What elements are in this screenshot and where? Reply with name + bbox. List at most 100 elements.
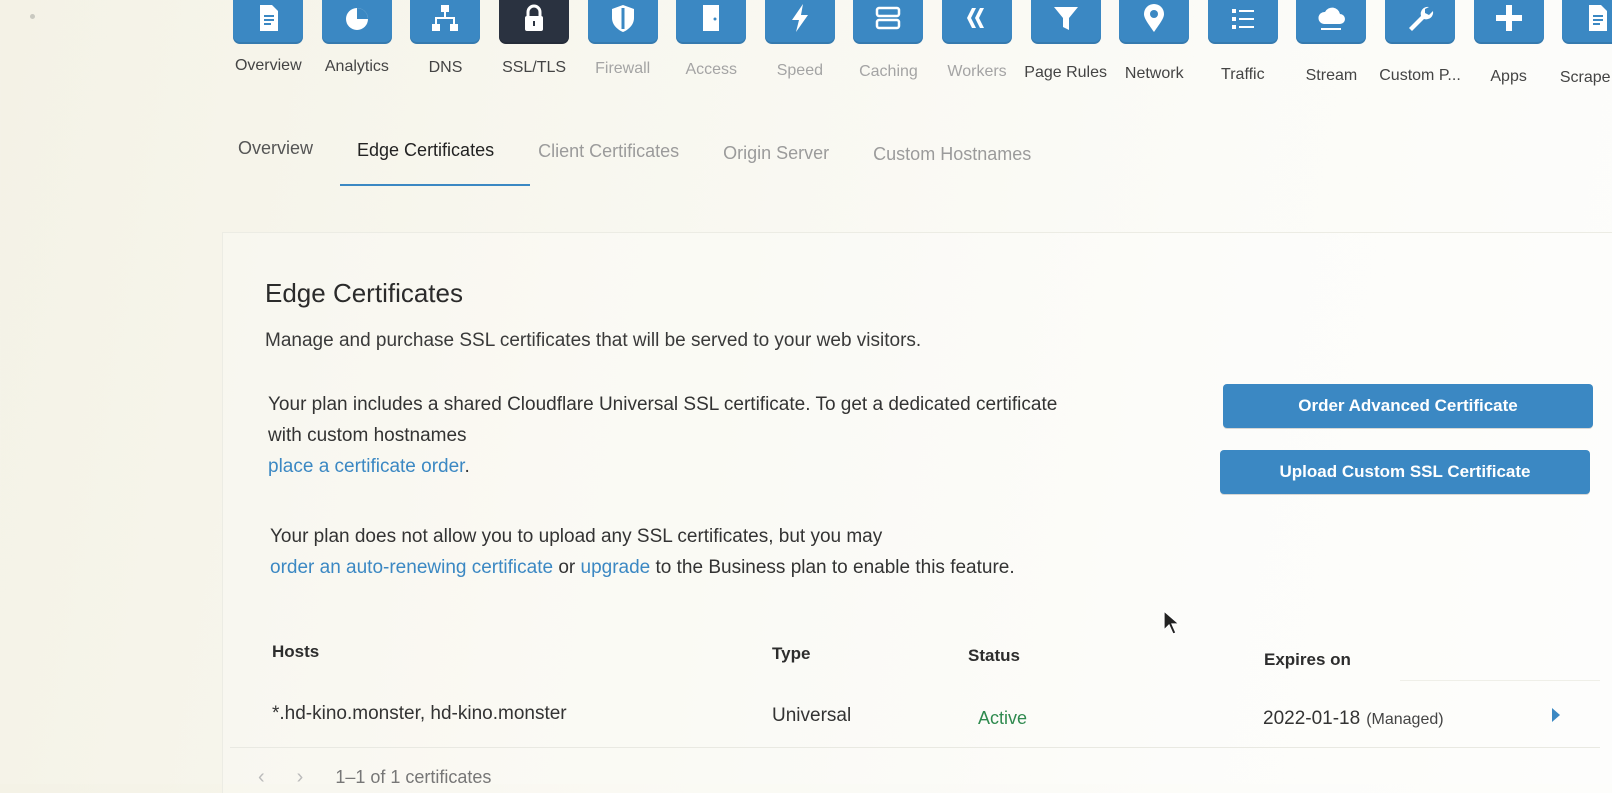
row-hosts: *.hd-kino.monster, hd-kino.monster	[272, 703, 567, 724]
column-header-status: Status	[968, 646, 1020, 665]
prev-page-button[interactable]: ‹	[258, 766, 265, 789]
app-tile	[942, 0, 1013, 44]
app-network[interactable]: Network	[1110, 0, 1199, 87]
plus-icon	[1495, 5, 1522, 31]
location-pin-icon	[1144, 4, 1165, 32]
app-tile	[1119, 0, 1190, 44]
app-label: Page Rules	[1024, 64, 1107, 82]
app-tile	[1207, 0, 1278, 44]
app-label: Firewall	[595, 60, 651, 78]
screen-speck	[30, 14, 35, 19]
app-label: Traffic	[1221, 65, 1265, 83]
app-apps[interactable]: Apps	[1464, 0, 1553, 87]
app-label: Stream	[1305, 66, 1358, 84]
column-header-hosts: Hosts	[272, 642, 320, 661]
column-header-type: Type	[772, 644, 811, 663]
tab-overview[interactable]: Overview	[238, 132, 313, 159]
app-tile	[1030, 0, 1101, 44]
place-certificate-order-link[interactable]: place a certificate order	[268, 456, 464, 477]
pie-chart-icon	[345, 8, 368, 30]
row-type: Universal	[772, 705, 852, 726]
upgrade-link[interactable]: upgrade	[581, 557, 651, 578]
lightning-icon	[791, 4, 808, 32]
app-firewall[interactable]: Firewall	[578, 0, 667, 87]
list-icon	[1231, 9, 1254, 29]
column-header-expires: Expires on	[1264, 650, 1351, 669]
app-label: Caching	[859, 62, 918, 80]
expires-date: 2022-01-18	[1263, 708, 1361, 729]
upload-restriction-text: Your plan does not allow you to upload a…	[270, 526, 883, 547]
app-custom-p[interactable]: Custom P...	[1376, 0, 1465, 87]
order-advanced-certificate-button[interactable]: Order Advanced Certificate	[1223, 384, 1593, 428]
cloud-icon	[1318, 7, 1346, 30]
app-tile	[676, 0, 747, 44]
app-workers[interactable]: Workers	[933, 0, 1022, 87]
pagination-summary: 1–1 of 1 certificates	[335, 767, 492, 787]
next-page-button[interactable]: ›	[297, 766, 304, 789]
app-dns[interactable]: DNS	[401, 0, 490, 87]
wrench-icon	[1409, 6, 1434, 31]
active-tab-underline	[340, 184, 530, 186]
plan-info-period: .	[464, 456, 470, 477]
app-tile	[587, 0, 658, 44]
app-label: Workers	[947, 63, 1007, 81]
tab-client-certificates[interactable]: Client Certificates	[538, 135, 679, 162]
section-description: Manage and purchase SSL certificates tha…	[265, 330, 922, 351]
app-label: SSL/TLS	[502, 59, 567, 77]
app-tile	[321, 0, 392, 44]
app-label: Overview	[234, 57, 302, 74]
app-tile	[1473, 0, 1544, 44]
network-tree-icon	[432, 5, 459, 31]
app-access[interactable]: Access	[667, 0, 756, 87]
app-label: Apps	[1490, 68, 1527, 86]
ssl-subnav-tabs: Overview Edge Certificates Client Certific…	[238, 132, 1075, 164]
server-icon	[876, 6, 901, 30]
app-tile	[1562, 0, 1612, 44]
app-caching[interactable]: Caching	[844, 0, 933, 87]
app-label: DNS	[428, 58, 463, 76]
app-scrape-sh[interactable]: Scrape Sh	[1553, 0, 1612, 87]
app-navigation: Overview Analytics DNS SSL/TLS Firewall Acces…	[224, 0, 1612, 87]
tab-custom-hostnames[interactable]: Custom Hostnames	[873, 138, 1031, 165]
app-label: Analytics	[324, 57, 389, 75]
app-tile	[233, 0, 304, 44]
pagination: ‹ › 1–1 of 1 certificates	[258, 766, 491, 789]
app-tile	[853, 0, 924, 44]
or-text: or	[553, 557, 581, 578]
tab-origin-server[interactable]: Origin Server	[723, 137, 829, 164]
document-icon	[260, 5, 279, 31]
section-title: Edge Certificates	[265, 278, 463, 308]
filter-icon	[1053, 7, 1078, 30]
app-stream[interactable]: Stream	[1287, 0, 1376, 87]
app-tile	[410, 0, 481, 44]
app-tile	[1385, 0, 1456, 44]
door-icon	[703, 5, 720, 31]
app-label: Speed	[776, 61, 823, 79]
app-tile	[764, 0, 835, 44]
app-tile	[1296, 0, 1367, 44]
shield-icon	[611, 5, 634, 32]
app-label: Custom P...	[1379, 67, 1461, 85]
tab-edge-certificates[interactable]: Edge Certificates	[357, 134, 494, 161]
app-analytics[interactable]: Analytics	[313, 0, 402, 87]
app-overview[interactable]: Overview	[224, 0, 313, 87]
app-label: Scrape Sh	[1559, 69, 1612, 86]
order-auto-renewing-link[interactable]: order an auto-renewing certificate	[270, 557, 553, 578]
mouse-pointer-icon	[1163, 610, 1181, 635]
status-badge: Active	[978, 708, 1028, 728]
document-icon	[1589, 5, 1608, 31]
upgrade-suffix-text: to the Business plan to enable this feat…	[650, 557, 1015, 578]
app-ssl-tls[interactable]: SSL/TLS	[490, 0, 579, 87]
row-expires: 2022-01-18 (Managed)	[1263, 708, 1444, 730]
header-divider	[1400, 680, 1600, 681]
managed-note: (Managed)	[1366, 711, 1444, 728]
expand-row-chevron-icon[interactable]	[1552, 708, 1560, 722]
upload-custom-ssl-certificate-button[interactable]: Upload Custom SSL Certificate	[1220, 450, 1590, 494]
workers-icon	[967, 8, 985, 28]
app-traffic[interactable]: Traffic	[1199, 0, 1288, 87]
app-speed[interactable]: Speed	[756, 0, 845, 87]
app-tile	[499, 0, 570, 44]
upload-restriction-paragraph: Your plan does not allow you to upload a…	[270, 521, 1170, 583]
app-page-rules[interactable]: Page Rules	[1021, 0, 1110, 87]
plan-info-paragraph: Your plan includes a shared Cloudflare U…	[268, 389, 1068, 482]
